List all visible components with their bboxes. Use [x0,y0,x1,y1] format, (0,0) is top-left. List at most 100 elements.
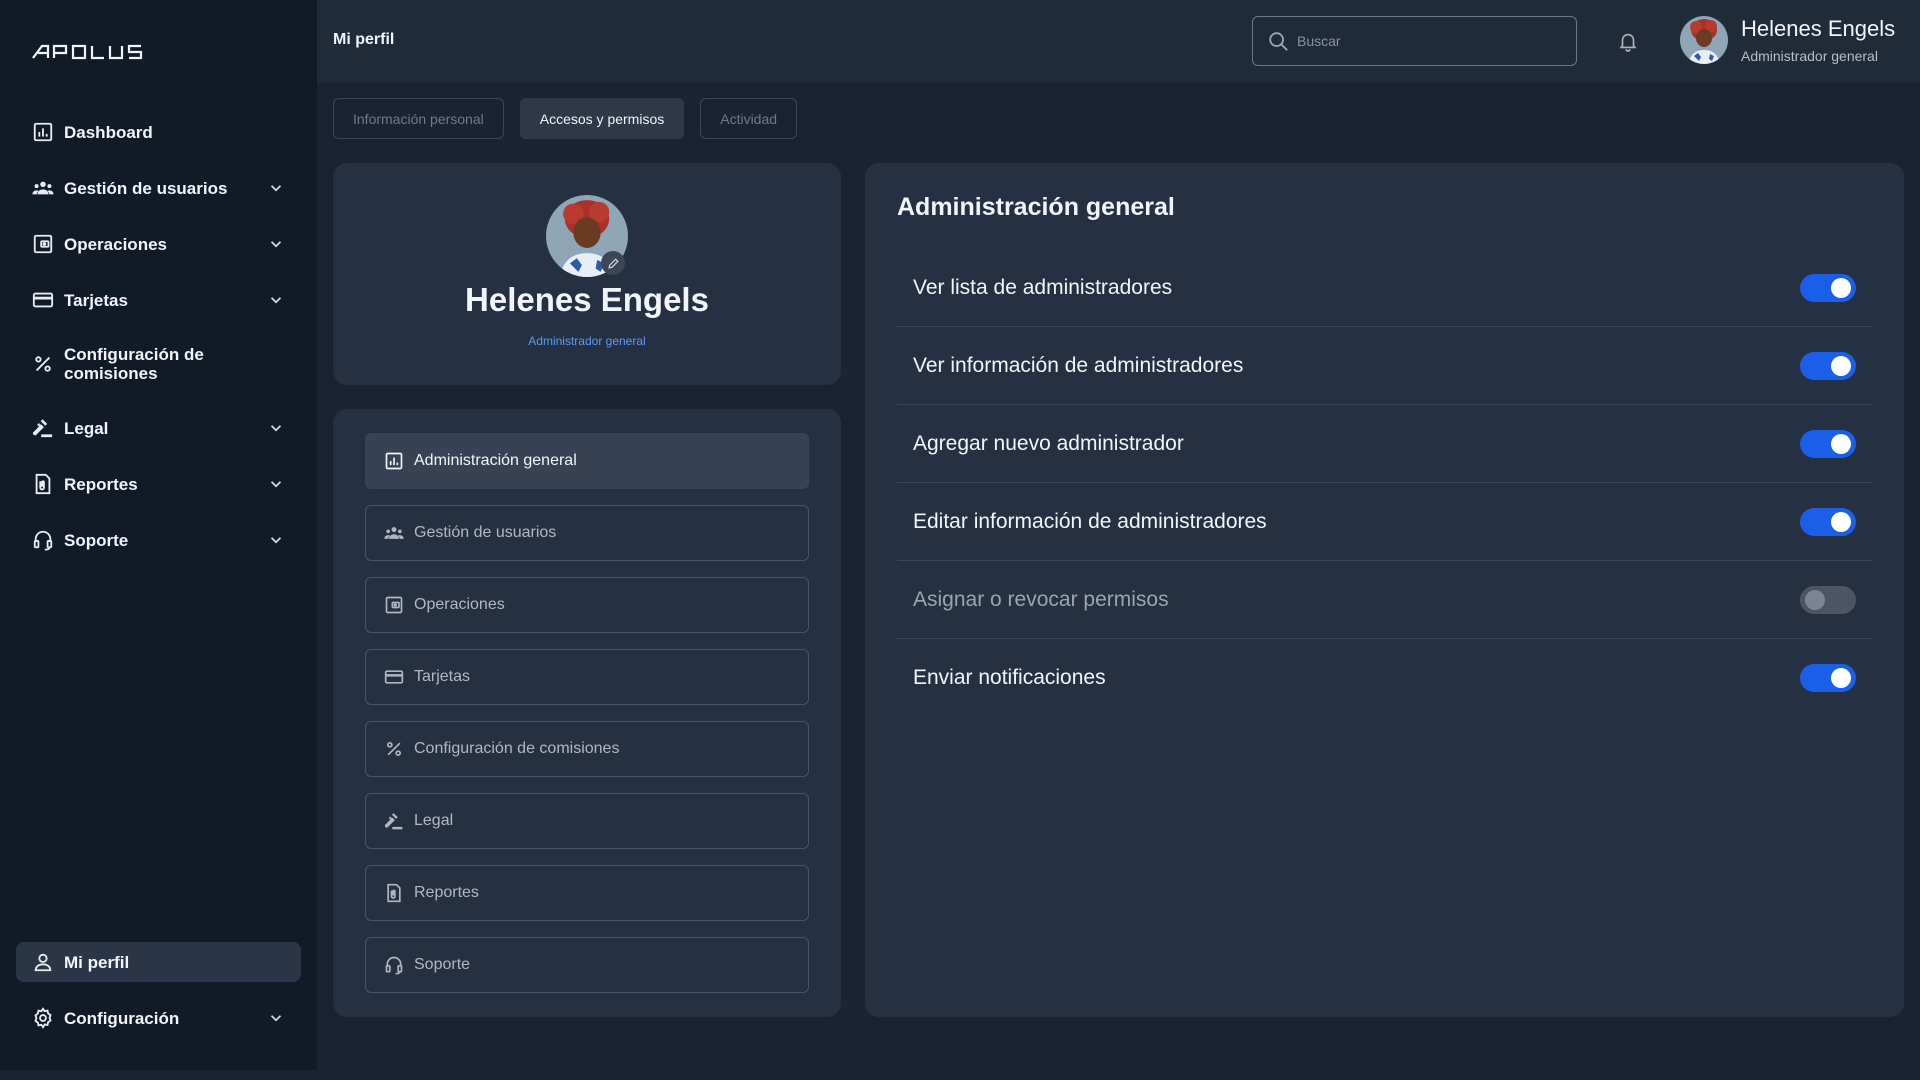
gear-icon [32,1007,54,1029]
permission-label: Ver lista de administradores [913,275,1173,299]
sidebar-item-cards[interactable]: Tarjetas [16,280,301,320]
card-icon [32,289,54,311]
permission-row: Enviar notificaciones [897,639,1872,717]
sidebar-item-label: Tarjetas [64,290,128,310]
sidebar-item-label: Configuración de comisiones [64,345,204,383]
sidebar: Dashboard Gestión de usuarios Operacione… [0,0,317,1070]
permission-row: Ver lista de administradores [897,249,1872,327]
sidebar-item-label: Reportes [64,474,138,494]
section-reports[interactable]: Reportes [365,865,809,921]
section-user-management[interactable]: Gestión de usuarios [365,505,809,561]
toggle-knob [1831,433,1851,454]
profile-name: Helenes Engels [465,281,709,318]
wallet-icon [384,595,404,615]
apolus-logo[interactable] [32,40,154,64]
sidebar-item-users[interactable]: Gestión de usuarios [16,168,301,208]
permission-label: Asignar o revocar permisos [913,587,1169,611]
permissions-panel: Administración general Ver lista de admi… [865,163,1904,1017]
section-label: Tarjetas [414,668,471,685]
permission-toggle[interactable] [1800,273,1856,302]
sidebar-item-label: Operaciones [64,234,167,254]
tab-access-permissions[interactable]: Accesos y permisos [519,98,685,139]
sidebar-item-operations[interactable]: Operaciones [16,224,301,264]
sidebar-item-dashboard[interactable]: Dashboard [16,112,301,152]
permission-row: Asignar o revocar permisos [897,561,1872,639]
user-name: Helenes Engels [1741,16,1896,41]
page-title: Mi perfil [333,31,395,48]
profile-tabs: Información personal Accesos y permisos … [333,98,798,139]
chevron-down-icon[interactable] [267,1009,285,1027]
card-icon [384,667,404,687]
edit-avatar-button[interactable] [601,251,625,275]
chevron-down-icon[interactable] [267,179,285,197]
headset-icon [32,529,54,551]
sidebar-item-settings[interactable]: Configuración [16,998,301,1038]
section-label: Administración general [414,452,577,469]
toggle-knob [1831,511,1851,532]
permission-toggle[interactable] [1800,585,1856,614]
section-label: Gestión de usuarios [414,524,557,541]
headset-icon [384,955,404,975]
users-icon [32,177,54,199]
tab-activity[interactable]: Actividad [700,98,798,139]
permission-label: Ver información de administradores [913,353,1244,377]
section-label: Legal [414,812,454,829]
chevron-down-icon[interactable] [267,531,285,549]
avatar[interactable] [1680,16,1728,64]
sidebar-item-label: Gestión de usuarios [64,178,228,198]
permission-sections-card: Administración general Gestión de usuari… [333,409,841,1017]
sidebar-item-my-profile[interactable]: Mi perfil [16,942,301,982]
section-cards[interactable]: Tarjetas [365,649,809,705]
sidebar-item-label: Soporte [64,530,129,550]
user-icon [32,951,54,973]
permission-row: Agregar nuevo administrador [897,405,1872,483]
sidebar-item-label: Legal [64,418,109,438]
chevron-down-icon[interactable] [267,235,285,253]
sidebar-item-reports[interactable]: Reportes [16,464,301,504]
sidebar-item-legal[interactable]: Legal [16,408,301,448]
section-operations[interactable]: Operaciones [365,577,809,633]
permission-toggle[interactable] [1800,664,1856,692]
report-icon [384,883,404,903]
dashboard-icon [32,121,54,143]
sidebar-item-commissions[interactable]: Configuración de comisiones [16,336,301,392]
profile-role: Administrador general [528,334,646,348]
wallet-icon [32,233,54,255]
permissions-panel-title: Administración general [897,193,1175,221]
gavel-icon [384,811,404,831]
section-label: Soporte [414,956,471,973]
permission-toggle[interactable] [1800,507,1856,536]
topbar: Mi perfil Helenes Engels Administrador g… [317,0,1920,82]
tab-personal-info[interactable]: Información personal [333,98,504,139]
toggle-knob [1831,355,1851,376]
search-box[interactable] [1252,16,1577,66]
pencil-icon [607,257,620,270]
section-commissions[interactable]: Configuración de comisiones [365,721,809,777]
chevron-down-icon[interactable] [267,475,285,493]
permission-row: Editar información de administradores [897,483,1872,561]
users-icon [384,523,404,543]
search-icon [1267,30,1289,52]
chevron-down-icon[interactable] [267,419,285,437]
sidebar-item-support[interactable]: Soporte [16,520,301,560]
permission-toggle[interactable] [1800,351,1856,380]
chevron-down-icon[interactable] [267,291,285,309]
section-legal[interactable]: Legal [365,793,809,849]
permission-toggle[interactable] [1800,429,1856,458]
logo-wordmark [32,44,143,60]
gavel-icon [32,417,54,439]
profile-card: Helenes Engels Administrador general [333,163,841,385]
section-general-admin[interactable]: Administración general [365,433,809,489]
sidebar-item-label: Mi perfil [64,952,130,972]
search-input[interactable] [1297,33,1547,49]
percent-icon [384,739,404,759]
permissions-list: Ver lista de administradores Ver informa… [897,249,1872,717]
user-role: Administrador general [1741,48,1878,64]
permission-label: Editar información de administradores [913,509,1267,533]
permission-label: Agregar nuevo administrador [913,431,1184,455]
dashboard-icon [384,451,404,471]
permission-label: Enviar notificaciones [913,666,1106,689]
section-support[interactable]: Soporte [365,937,809,993]
section-label: Reportes [414,884,479,901]
bell-icon[interactable] [1617,29,1639,53]
